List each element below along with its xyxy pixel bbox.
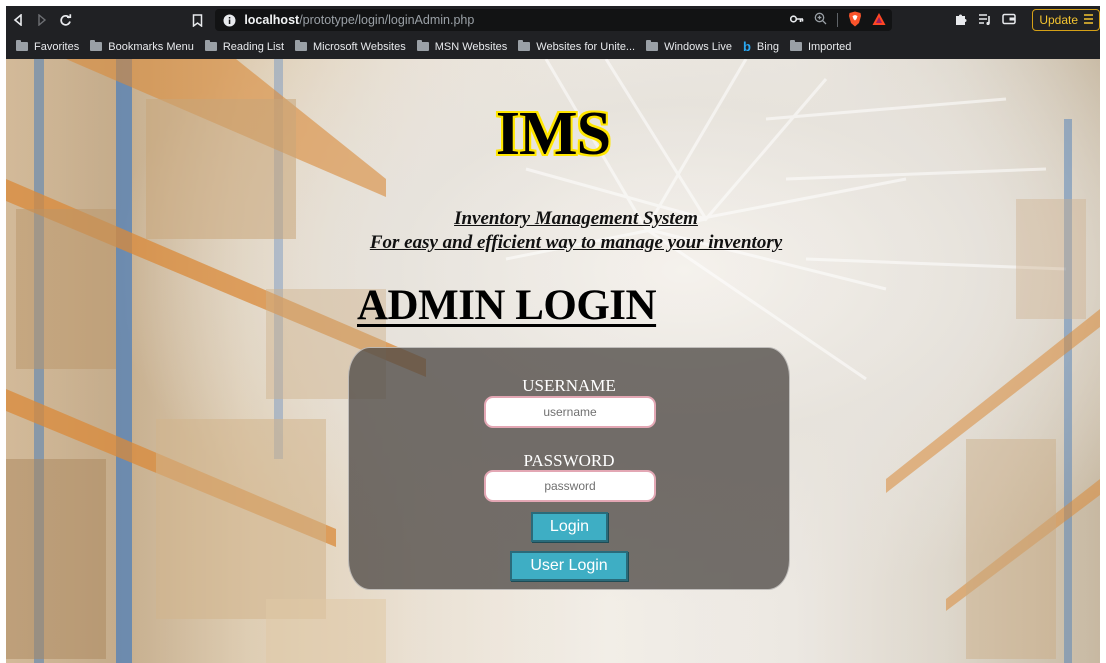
folder-icon [90,40,103,51]
back-icon[interactable] [6,8,30,32]
browser-toolbar: localhost/prototype/login/loginAdmin.php [6,6,1101,34]
key-icon[interactable] [790,13,804,27]
bookmark-reading-list[interactable]: Reading List [204,40,284,53]
page-viewport: IMS Inventory Management System For easy… [6,59,1100,663]
bing-icon: b [742,39,751,54]
username-input[interactable] [484,396,656,428]
bookmark-bing[interactable]: b Bing [743,39,779,54]
user-login-button[interactable]: User Login [510,551,628,581]
menu-icon [1084,13,1094,27]
reload-icon[interactable] [54,8,78,32]
brave-rewards-icon[interactable] [872,12,886,29]
subtitle-line-2: For easy and efficient way to manage you… [369,232,783,253]
app-title: IMS [495,100,611,168]
login-button[interactable]: Login [531,512,608,542]
bookmark-websites-for-united[interactable]: Websites for Unite... [518,40,635,53]
forward-icon[interactable] [30,8,54,32]
update-label: Update [1039,13,1079,27]
extensions-icon[interactable] [954,12,968,29]
folder-icon [16,40,28,51]
brave-shields-icon[interactable] [848,11,862,30]
wallet-icon[interactable] [1002,13,1017,28]
playlist-icon[interactable] [978,13,992,28]
site-info-icon[interactable] [221,12,237,28]
folder-icon [416,40,429,51]
bookmarks-bar: Favorites Bookmarks Menu Reading List Mi… [6,34,1100,59]
admin-login-heading: ADMIN LOGIN [357,282,657,329]
subtitle-line-1: Inventory Management System [454,208,698,229]
url-host: localhost [244,13,300,27]
separator [837,13,839,27]
password-label: PASSWORD [523,451,615,470]
folder-icon [518,40,531,51]
bookmark-bookmarks-menu[interactable]: Bookmarks Menu [90,40,194,53]
address-bar[interactable]: localhost/prototype/login/loginAdmin.php [215,9,893,31]
bookmark-favorites[interactable]: Favorites [16,40,79,53]
folder-icon [204,40,217,51]
update-button[interactable]: Update [1032,9,1101,31]
bookmark-windows-live[interactable]: Windows Live [646,40,732,53]
folder-icon [646,40,659,51]
bookmark-msn-websites[interactable]: MSN Websites [416,40,507,53]
folder-icon [295,40,307,51]
folder-icon [789,40,802,51]
bookmark-microsoft-websites[interactable]: Microsoft Websites [295,40,406,53]
url-path: /prototype/login/loginAdmin.php [299,13,475,27]
bookmark-page-icon[interactable] [185,8,209,32]
zoom-icon[interactable] [814,12,827,28]
password-input[interactable] [484,470,656,502]
login-form: USERNAME PASSWORD Login User Login [348,347,790,590]
bookmark-imported[interactable]: Imported [789,40,851,53]
username-label: USERNAME [522,376,616,395]
